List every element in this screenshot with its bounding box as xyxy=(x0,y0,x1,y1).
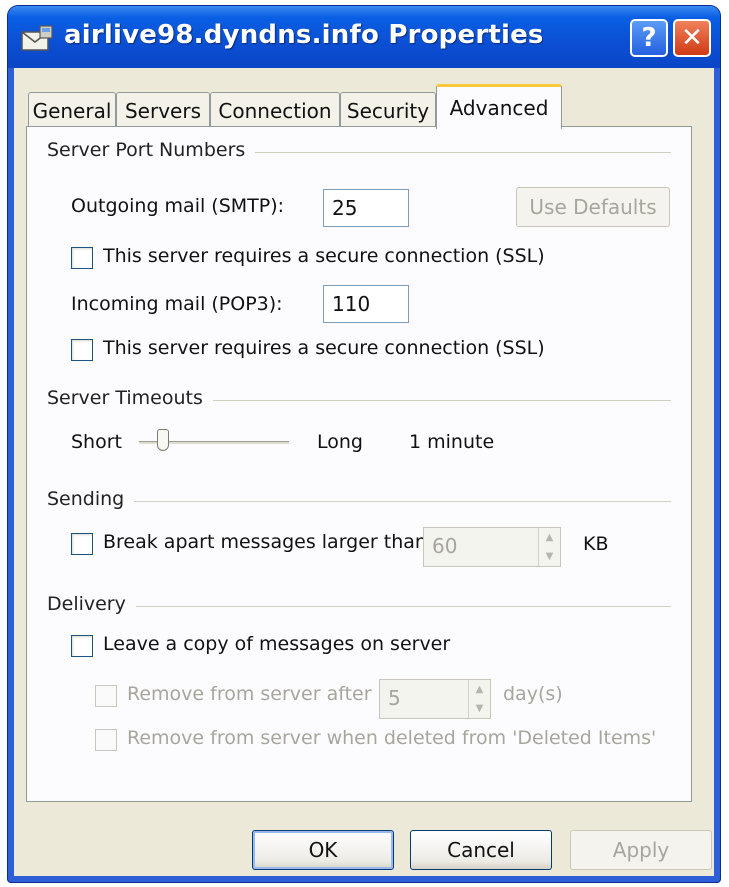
cancel-button[interactable]: Cancel xyxy=(410,830,552,870)
leave-copy-checkbox[interactable] xyxy=(71,635,93,657)
break-apart-label[interactable]: Break apart messages larger than xyxy=(103,531,427,553)
remove-deleted-checkbox[interactable] xyxy=(95,729,117,751)
title-bar[interactable]: airlive98.dyndns.info Properties ? ✕ xyxy=(8,6,720,68)
close-button[interactable]: ✕ xyxy=(673,19,711,57)
mail-account-icon xyxy=(20,24,54,54)
tab-servers[interactable]: Servers xyxy=(116,92,210,128)
spin-up-icon[interactable]: ▲ xyxy=(476,684,484,695)
spin-down-icon[interactable]: ▼ xyxy=(476,703,484,714)
tab-general[interactable]: General xyxy=(28,92,116,128)
tab-connection[interactable]: Connection xyxy=(210,92,340,128)
pop3-ssl-label[interactable]: This server requires a secure connection… xyxy=(103,337,545,359)
group-divider xyxy=(47,501,671,502)
break-size-spinner[interactable]: ▲ ▼ xyxy=(538,528,560,566)
spin-up-icon[interactable]: ▲ xyxy=(546,532,554,543)
remove-after-checkbox[interactable] xyxy=(95,685,117,707)
pop3-port-field[interactable]: 110 xyxy=(323,285,409,323)
timeout-long-label: Long xyxy=(317,431,363,453)
remove-deleted-label[interactable]: Remove from server when deleted from 'De… xyxy=(127,727,656,749)
use-defaults-button[interactable]: Use Defaults xyxy=(516,187,670,227)
smtp-ssl-checkbox[interactable] xyxy=(71,247,93,269)
server-ports-heading: Server Port Numbers xyxy=(47,139,256,161)
leave-copy-label[interactable]: Leave a copy of messages on server xyxy=(103,633,450,655)
remove-after-label[interactable]: Remove from server after xyxy=(127,683,372,705)
smtp-ssl-label[interactable]: This server requires a secure connection… xyxy=(103,245,545,267)
break-apart-checkbox[interactable] xyxy=(71,533,93,555)
window-title: airlive98.dyndns.info Properties xyxy=(64,20,544,50)
group-divider xyxy=(47,606,671,607)
pop3-ssl-checkbox[interactable] xyxy=(71,339,93,361)
smtp-port-field[interactable]: 25 xyxy=(323,189,409,227)
smtp-label: Outgoing mail (SMTP): xyxy=(71,195,285,217)
timeout-slider-thumb[interactable] xyxy=(157,429,169,451)
dialog-body: General Servers Connection Security Adva… xyxy=(14,68,714,876)
pop3-label: Incoming mail (POP3): xyxy=(71,293,283,315)
advanced-panel: Server Port Numbers Outgoing mail (SMTP)… xyxy=(26,126,692,802)
ok-button[interactable]: OK xyxy=(252,830,394,870)
timeout-short-label: Short xyxy=(71,431,122,453)
tab-security[interactable]: Security xyxy=(340,92,436,128)
help-button[interactable]: ? xyxy=(630,19,668,57)
spin-down-icon[interactable]: ▼ xyxy=(546,551,554,562)
tab-advanced[interactable]: Advanced xyxy=(436,84,562,129)
remove-days-spinner[interactable]: ▲ ▼ xyxy=(468,680,490,718)
sending-heading: Sending xyxy=(47,488,135,510)
apply-button[interactable]: Apply xyxy=(570,830,712,870)
server-timeouts-heading: Server Timeouts xyxy=(47,387,213,409)
properties-window: airlive98.dyndns.info Properties ? ✕ Gen… xyxy=(8,6,720,882)
break-size-unit: KB xyxy=(583,533,609,555)
delivery-heading: Delivery xyxy=(47,593,136,615)
timeout-value: 1 minute xyxy=(409,431,495,453)
remove-days-unit: day(s) xyxy=(503,683,563,705)
